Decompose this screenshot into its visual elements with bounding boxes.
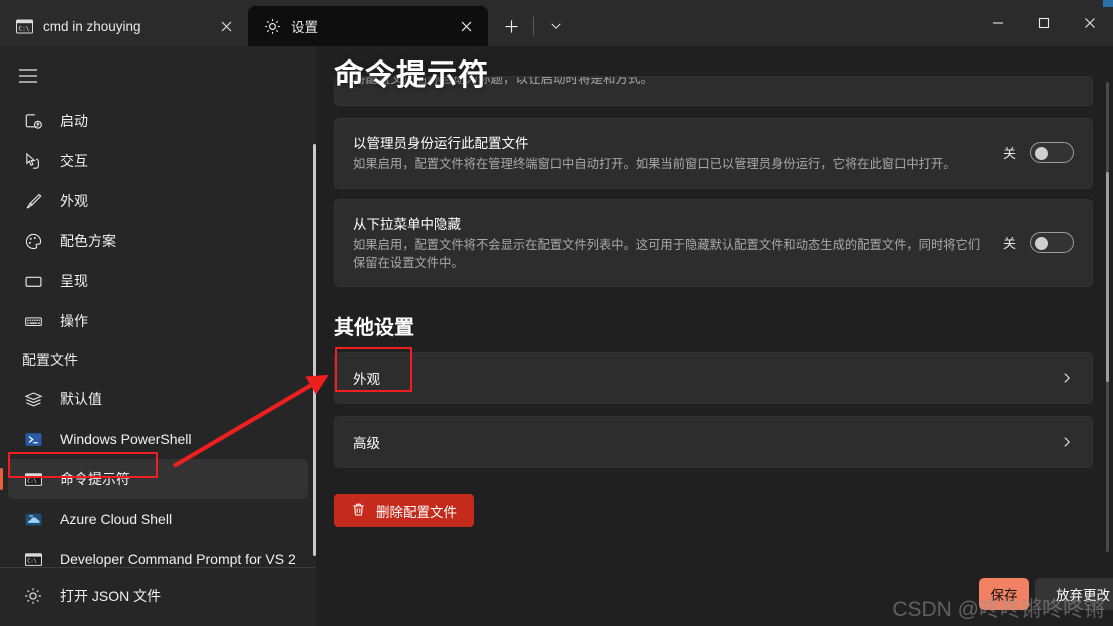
chevron-right-icon — [1060, 435, 1074, 449]
sidebar-footer: 打开 JSON 文件 — [0, 567, 316, 626]
sidebar-item-azure-cloud-shell[interactable]: Azure Cloud Shell — [8, 499, 308, 539]
card-control: 关 — [1002, 142, 1074, 164]
toggle-state-label: 关 — [1002, 236, 1016, 252]
link-card-advanced[interactable]: 高级 — [334, 416, 1093, 469]
setting-description: 如果启用，配置文件将在管理终端窗口中自动打开。如果当前窗口已以管理员身份运行，它… — [353, 157, 956, 171]
sidebar-item-color-schemes[interactable]: 配色方案 — [8, 221, 308, 261]
sidebar-item-interaction[interactable]: 交互 — [8, 141, 308, 181]
setting-card-run-as-admin: 以管理员身份运行此配置文件 如果启用，配置文件将在管理终端窗口中自动打开。如果当… — [334, 118, 1093, 189]
close-icon[interactable] — [452, 12, 480, 40]
cursor-icon — [22, 150, 44, 172]
tab-cmd-in-zhouying[interactable]: C:\ cmd in zhouying — [0, 6, 248, 46]
palette-icon — [22, 230, 44, 252]
sidebar-item-label: 配色方案 — [60, 233, 116, 249]
cmd-icon: C:\ — [22, 468, 44, 490]
chevron-right-icon — [1060, 371, 1074, 385]
cmd-icon: C:\ — [22, 548, 44, 567]
section-heading-other-settings: 其他设置 — [334, 317, 414, 340]
card-control: 关 — [1002, 232, 1074, 254]
sidebar-item-label: Azure Cloud Shell — [60, 511, 173, 527]
sidebar-item-developer-command-prompt[interactable]: C:\ Developer Command Prompt for VS 202 — [8, 539, 308, 567]
page-title: 命令提示符 — [334, 59, 489, 92]
sidebar-group-title: 配置文件 — [22, 352, 78, 368]
setting-card-hide-from-dropdown: 从下拉菜单中隐藏 如果启用，配置文件将不会显示在配置文件列表中。这可用于隐藏默认… — [334, 198, 1093, 288]
svg-text:C:\: C:\ — [27, 478, 37, 484]
keyboard-icon — [22, 310, 44, 332]
sidebar-item-actions[interactable]: 操作 — [8, 301, 308, 341]
content-scrollbar[interactable] — [1106, 82, 1109, 552]
sidebar-item-label: 打开 JSON 文件 — [60, 588, 162, 604]
sidebar-item-label: Developer Command Prompt for VS 202 — [60, 551, 296, 567]
delete-profile-label: 删除配置文件 — [376, 504, 457, 520]
sidebar-item-label: 启动 — [60, 113, 88, 129]
sidebar-item-appearance[interactable]: 外观 — [8, 181, 308, 221]
tab-bar-actions — [488, 6, 573, 46]
close-button[interactable] — [1067, 0, 1113, 46]
azure-icon — [22, 508, 44, 530]
window-controls — [975, 0, 1113, 46]
sidebar-item-rendering[interactable]: 呈现 — [8, 261, 308, 301]
run-as-admin-toggle[interactable] — [1030, 142, 1074, 164]
hide-from-dropdown-toggle[interactable] — [1030, 232, 1074, 254]
sidebar-item-startup[interactable]: 启动 — [8, 101, 308, 141]
sidebar-item-windows-powershell[interactable]: Windows PowerShell — [8, 419, 308, 459]
hamburger-icon[interactable] — [6, 56, 50, 95]
terminal-settings-window: C:\ cmd in zhouying 设置 启动 交互 外观 配色方案 呈现 … — [0, 0, 1113, 626]
setting-title: 从下拉菜单中隐藏 — [353, 216, 461, 232]
svg-text:C:\: C:\ — [19, 25, 30, 32]
trash-icon — [351, 502, 366, 520]
save-button[interactable]: 保存 — [979, 578, 1029, 610]
setting-title: 以管理员身份运行此配置文件 — [353, 136, 529, 151]
divider — [533, 17, 534, 35]
brush-icon — [22, 190, 44, 212]
toggle-knob — [1035, 147, 1048, 161]
delete-profile-button[interactable]: 删除配置文件 — [334, 494, 474, 528]
toggle-knob — [1035, 237, 1048, 251]
link-card-label: 外观 — [353, 372, 380, 388]
settings-content: 命令提示符 将配置文件名称自动为你题，以让启动时将是和方式。 以管理员身份运行此… — [316, 46, 1113, 626]
svg-text:C:\: C:\ — [27, 558, 37, 564]
close-icon[interactable] — [212, 12, 240, 40]
card-text: 以管理员身份运行此配置文件 如果启用，配置文件将在管理终端窗口中自动打开。如果当… — [353, 132, 1003, 174]
sidebar-item-label: 命令提示符 — [60, 471, 130, 487]
setting-description: 如果启用，配置文件将不会显示在配置文件列表中。这可用于隐藏默认配置文件和动态生成… — [353, 237, 981, 270]
launch-icon — [22, 110, 44, 132]
cmd-icon: C:\ — [16, 18, 33, 35]
sidebar-item-label: 默认值 — [60, 391, 102, 407]
toggle-state-label: 关 — [1002, 146, 1016, 162]
sidebar-nav: 启动 交互 外观 配色方案 呈现 操作 配置文件 默认值 Windows Pow… — [0, 101, 316, 567]
titlebar: C:\ cmd in zhouying 设置 — [0, 0, 1113, 46]
minimize-button[interactable] — [975, 0, 1021, 46]
settings-scroll-area: 将配置文件名称自动为你题，以让启动时将是和方式。 以管理员身份运行此配置文件 如… — [316, 76, 1113, 576]
tab-label: cmd in zhouying — [43, 18, 141, 34]
tab-settings[interactable]: 设置 — [248, 6, 488, 46]
sidebar-item-label: Windows PowerShell — [60, 431, 192, 447]
discard-changes-button[interactable]: 放弃更改 — [1035, 578, 1113, 610]
powershell-icon — [22, 428, 44, 450]
link-card-label: 高级 — [353, 436, 380, 452]
card-text: 从下拉菜单中隐藏 如果启用，配置文件将不会显示在配置文件列表中。这可用于隐藏默认… — [353, 213, 1003, 273]
layers-icon — [22, 388, 44, 410]
sidebar-item-open-json-file[interactable]: 打开 JSON 文件 — [8, 576, 308, 616]
chevron-down-icon[interactable] — [539, 9, 573, 43]
scrollbar-thumb[interactable] — [1106, 172, 1109, 382]
link-card-appearance[interactable]: 外观 — [334, 352, 1093, 405]
gear-icon — [22, 585, 44, 607]
maximize-button[interactable] — [1021, 0, 1067, 46]
sidebar-item-command-prompt[interactable]: C:\ 命令提示符 — [0, 459, 308, 499]
sidebar-item-label: 交互 — [60, 153, 88, 169]
settings-sidebar: 启动 交互 外观 配色方案 呈现 操作 配置文件 默认值 Windows Pow… — [0, 46, 316, 626]
sidebar-item-label: 呈现 — [60, 273, 88, 289]
sidebar-item-defaults[interactable]: 默认值 — [8, 379, 308, 419]
sidebar-item-label: 操作 — [60, 313, 88, 329]
tab-label: 设置 — [291, 20, 318, 35]
monitor-icon — [22, 270, 44, 292]
gear-icon — [264, 18, 281, 35]
new-tab-button[interactable] — [494, 9, 528, 43]
sidebar-item-label: 外观 — [60, 193, 88, 209]
